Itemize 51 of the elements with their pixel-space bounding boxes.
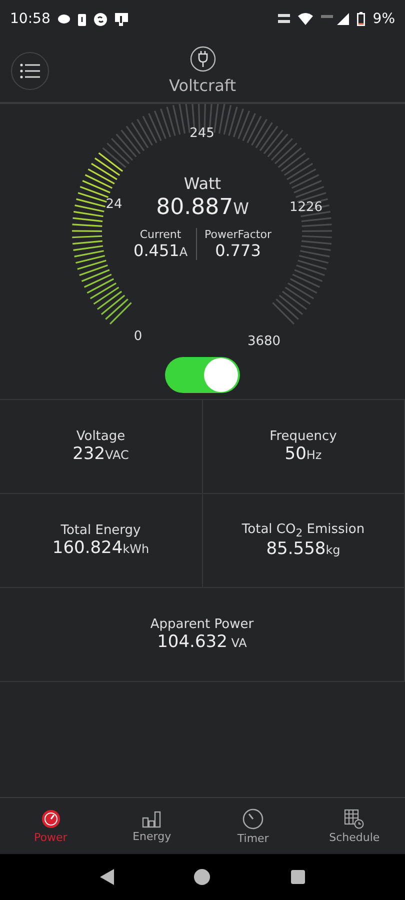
home-icon[interactable]	[194, 869, 210, 885]
plug-icon	[190, 46, 216, 72]
sim-card-icon	[115, 12, 128, 26]
chat-icon	[58, 14, 70, 24]
back-icon[interactable]	[100, 869, 114, 885]
scale-label: 1226	[289, 200, 323, 215]
metric-unit: VAC	[105, 448, 129, 462]
battery-icon	[356, 12, 365, 26]
signal-icon	[320, 13, 349, 25]
power-value: 80.887	[156, 195, 234, 220]
menu-button[interactable]	[11, 52, 49, 90]
current-label: Current	[140, 228, 182, 241]
scale-label: 245	[190, 126, 214, 141]
scale-label: 24	[106, 197, 122, 212]
speedometer-icon	[40, 808, 61, 828]
scale-label: 0	[134, 329, 142, 344]
calendar-clock-icon	[344, 808, 364, 828]
metric-value: 85.558	[266, 539, 326, 560]
power-factor-value: 0.773	[215, 241, 261, 260]
battery-percent: 9%	[372, 11, 395, 27]
nav-tab[interactable]: Schedule	[304, 798, 405, 854]
current-value: 0.451	[134, 241, 180, 260]
current-unit: A	[179, 245, 188, 259]
scale-label: 3680	[247, 334, 281, 349]
menu-icon	[20, 63, 40, 79]
metric-value: 50	[284, 444, 306, 464]
metric-unit: kWh	[122, 542, 150, 556]
metric-label: Frequency	[270, 429, 337, 444]
metric-label: Apparent Power	[150, 617, 254, 632]
status-time: 10:58	[10, 11, 50, 27]
app-title: Voltcraft	[168, 76, 236, 95]
gauge-title: Watt	[184, 174, 222, 193]
metric-label: Total Energy	[60, 523, 141, 538]
power-toggle[interactable]	[165, 357, 240, 393]
metric-label: Total CO$_{2}$ Emission	[242, 522, 365, 540]
power-factor-label: PowerFactor	[204, 228, 272, 241]
bar-chart-icon	[142, 810, 162, 828]
metric-unit: Hz	[306, 448, 322, 462]
battery-alert-icon	[78, 12, 86, 26]
metric-label: Voltage	[76, 429, 126, 444]
recents-icon[interactable]	[290, 870, 305, 884]
nav-tab[interactable]: Timer	[202, 798, 304, 854]
metric-value: 104.632	[157, 632, 228, 652]
metric-unit: VA	[230, 636, 247, 650]
metric-unit: kg	[326, 543, 340, 558]
wifi-icon	[298, 13, 313, 25]
metric-value: 232	[72, 444, 106, 464]
nav-tab[interactable]: Energy	[101, 798, 202, 854]
power-unit: W	[233, 199, 249, 218]
metric-value: 160.824	[52, 538, 123, 558]
timer-icon	[242, 808, 264, 830]
